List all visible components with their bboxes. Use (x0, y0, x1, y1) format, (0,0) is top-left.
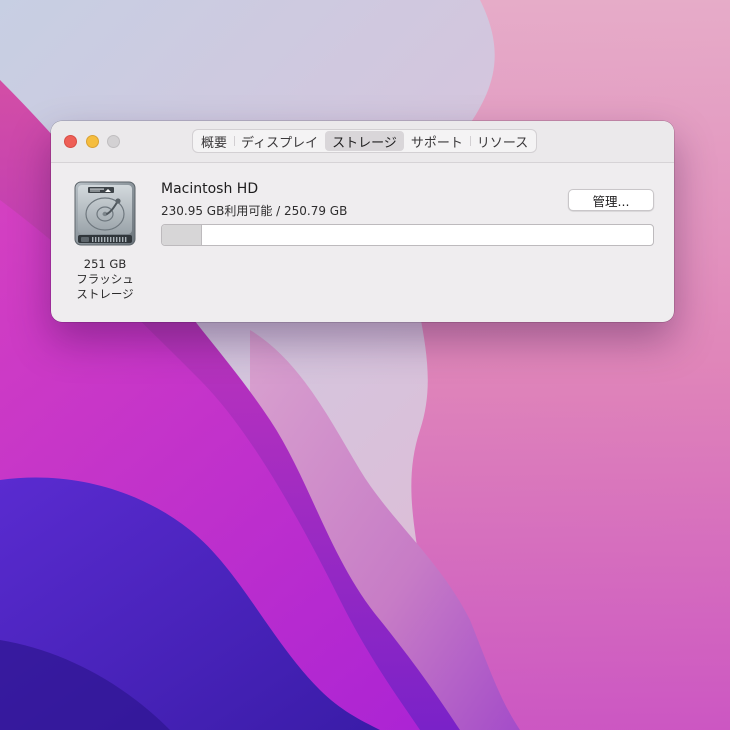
tab-overview[interactable]: 概要 (194, 131, 234, 151)
tab-displays[interactable]: ディスプレイ (234, 131, 325, 151)
volume-info: 230.95 GB利用可能 / 250.79 GB (161, 204, 348, 218)
storage-usage-fill (162, 225, 202, 245)
tab-bar: 概要 ディスプレイ ストレージ サポート リソース (192, 129, 538, 153)
manage-button[interactable]: 管理... (568, 189, 654, 211)
tab-resources[interactable]: リソース (469, 131, 535, 151)
tab-storage[interactable]: ストレージ (325, 131, 404, 151)
titlebar: 概要 ディスプレイ ストレージ サポート リソース (51, 121, 674, 163)
hard-drive-icon (74, 181, 136, 246)
zoom-button (107, 135, 120, 148)
tab-support[interactable]: サポート (404, 131, 470, 151)
storage-usage-bar (161, 224, 654, 246)
drive-type-line1: フラッシュ (76, 272, 134, 286)
drive-capacity: 251 GB (83, 257, 127, 271)
drive-type-line2: ストレージ (76, 287, 134, 301)
volume-name: Macintosh HD (161, 181, 259, 197)
minimize-button[interactable] (86, 135, 99, 148)
drive-caption: 251 GB フラッシュ ストレージ (66, 257, 144, 302)
wallpaper (0, 0, 730, 730)
about-this-mac-window: 概要 ディスプレイ ストレージ サポート リソース 251 GB フラッシュ ス… (51, 121, 674, 322)
desktop: 概要 ディスプレイ ストレージ サポート リソース 251 GB フラッシュ ス… (0, 0, 730, 730)
close-button[interactable] (64, 135, 77, 148)
